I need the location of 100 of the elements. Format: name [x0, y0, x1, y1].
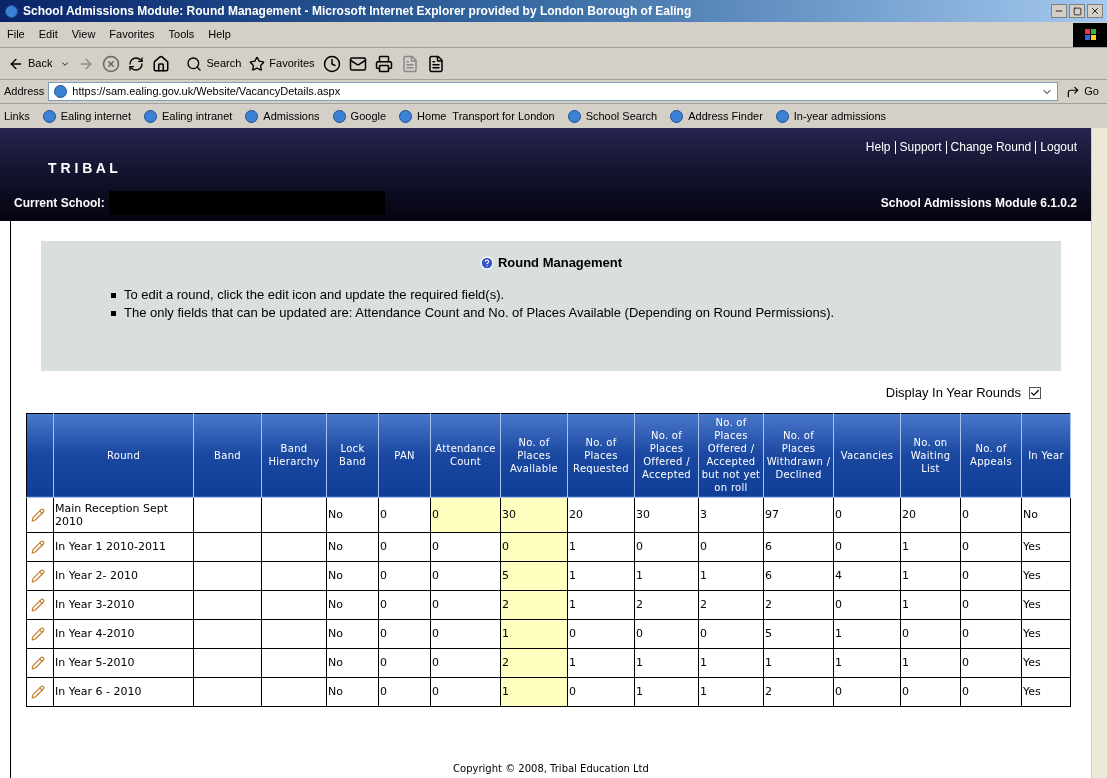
- table-cell: No: [326, 497, 379, 532]
- copyright-text: Copyright © 2008, Tribal Education Ltd: [453, 762, 649, 776]
- link-bookmark[interactable]: In-year admissions: [774, 107, 887, 125]
- edit-icon[interactable]: [31, 655, 45, 670]
- column-header: No. of Places Offered / Accepted but not yet on roll: [698, 413, 764, 497]
- table-cell: 20: [900, 497, 961, 532]
- table-cell: 1: [567, 648, 635, 677]
- table-cell: 0: [500, 532, 568, 561]
- browser-page-icon: [398, 108, 414, 124]
- column-header: No. of Places Available: [500, 413, 568, 497]
- link-bookmark[interactable]: Admissions: [244, 107, 320, 125]
- table-cell: 0: [430, 648, 501, 677]
- menu-item[interactable]: View: [64, 26, 103, 43]
- browser-page-icon: [669, 108, 685, 124]
- browser-page-icon: [143, 108, 158, 124]
- bullet-icon: [111, 292, 116, 298]
- home-icon[interactable]: [152, 54, 171, 73]
- current-school-label: Current School:: [14, 195, 105, 212]
- table-cell: 6: [763, 561, 834, 590]
- column-header: No. on Waiting List: [900, 413, 961, 497]
- table-cell: 0: [833, 677, 901, 706]
- table-cell: 0: [833, 497, 901, 532]
- table-cell: 0: [430, 590, 501, 619]
- go-button[interactable]: Go: [1062, 83, 1103, 100]
- table-cell: 30: [634, 497, 699, 532]
- checkmark-icon: [1030, 387, 1040, 398]
- table-cell: 1: [634, 561, 699, 590]
- link-bookmark[interactable]: Address Finder: [669, 107, 763, 125]
- link-bookmark[interactable]: Ealing internet: [41, 107, 131, 125]
- table-cell: 0: [960, 619, 1022, 648]
- minimize-button[interactable]: [1051, 4, 1067, 18]
- address-field[interactable]: https://sam.ealing.gov.uk/Website/VacancyDetails.aspx: [48, 82, 1059, 101]
- table-cell: 97: [763, 497, 834, 532]
- table-cell: 2: [634, 590, 699, 619]
- table-cell: In Year 6 - 2010: [53, 677, 194, 706]
- search-button[interactable]: Search: [186, 55, 242, 72]
- address-label: Address: [4, 84, 45, 100]
- table-cell: 1: [698, 561, 764, 590]
- menu-item[interactable]: Favorites: [102, 26, 162, 43]
- column-header: Lock Band: [326, 413, 379, 497]
- link-bookmark[interactable]: School Search: [566, 107, 658, 125]
- page-icon[interactable]: [426, 54, 445, 73]
- table-cell: 0: [567, 677, 635, 706]
- close-icon: [1090, 6, 1100, 16]
- table-cell: 0: [960, 677, 1022, 706]
- header-link[interactable]: Help: [865, 138, 891, 156]
- favorites-button[interactable]: Favorites: [249, 55, 315, 72]
- menu-item[interactable]: File: [0, 26, 32, 43]
- edit-icon[interactable]: [31, 684, 45, 699]
- mail-icon[interactable]: [348, 54, 367, 73]
- table-cell: 0: [430, 532, 501, 561]
- tribal-logo: T R I B A L: [48, 159, 118, 178]
- instruction-text: To edit a round, click the edit icon and update the required field(s).: [124, 286, 505, 303]
- printer-icon[interactable]: [374, 54, 393, 73]
- column-header: In Year: [1021, 413, 1071, 497]
- table-cell: 0: [900, 677, 961, 706]
- header-link[interactable]: Logout: [1040, 138, 1077, 156]
- checkbox[interactable]: [1029, 386, 1041, 399]
- link-bookmark[interactable]: Google: [331, 107, 387, 125]
- table-cell: In Year 4-2010: [53, 619, 194, 648]
- table-cell: 30: [500, 497, 568, 532]
- close-button[interactable]: [1087, 4, 1103, 18]
- table-cell: No: [1021, 497, 1071, 532]
- bullet-icon: [111, 310, 116, 316]
- table-cell: 0: [430, 497, 501, 532]
- table-cell: In Year 1 2010-2011: [53, 532, 194, 561]
- scrollbar[interactable]: [1091, 128, 1107, 778]
- edit-icon[interactable]: [31, 539, 45, 554]
- table-cell: 0: [634, 619, 699, 648]
- menu-item[interactable]: Edit: [31, 26, 65, 43]
- edit-icon[interactable]: [31, 568, 45, 583]
- star-icon: [249, 55, 266, 72]
- header-link[interactable]: Support: [899, 138, 942, 156]
- edit-icon[interactable]: [31, 507, 45, 522]
- table-cell: 3: [698, 497, 764, 532]
- refresh-icon[interactable]: [128, 55, 145, 72]
- table-cell: 1: [900, 532, 961, 561]
- edit-icon[interactable]: [31, 597, 45, 612]
- column-header: No. of Places Offered / Accepted: [634, 413, 699, 497]
- edit-icon[interactable]: [31, 626, 45, 641]
- column-header: No. of Appeals: [960, 413, 1022, 497]
- menu-item[interactable]: Help: [201, 26, 238, 43]
- link-bookmark[interactable]: Ealing intranet: [143, 107, 233, 125]
- go-arrow-icon: [1066, 84, 1081, 99]
- table-cell: 0: [960, 590, 1022, 619]
- restore-button[interactable]: [1069, 4, 1085, 18]
- windows-logo-icon: [1073, 22, 1107, 47]
- history-icon[interactable]: [322, 54, 341, 73]
- table-cell: 1: [567, 590, 635, 619]
- table-cell: 0: [833, 590, 901, 619]
- column-header: Band: [193, 413, 262, 497]
- instruction-text: The only fields that can be updated are: Attendance Count and No. of Places Available (Depending on Round Permissions).: [124, 304, 835, 321]
- header-link[interactable]: Change Round: [950, 138, 1032, 156]
- link-bookmark[interactable]: Home Transport for London: [398, 107, 555, 125]
- table-cell: 0: [960, 561, 1022, 590]
- document-icon[interactable]: [400, 54, 419, 73]
- back-button[interactable]: Back: [8, 55, 53, 72]
- stop-icon[interactable]: [102, 54, 121, 73]
- table-cell: In Year 3-2010: [53, 590, 194, 619]
- menu-item[interactable]: Tools: [161, 26, 202, 43]
